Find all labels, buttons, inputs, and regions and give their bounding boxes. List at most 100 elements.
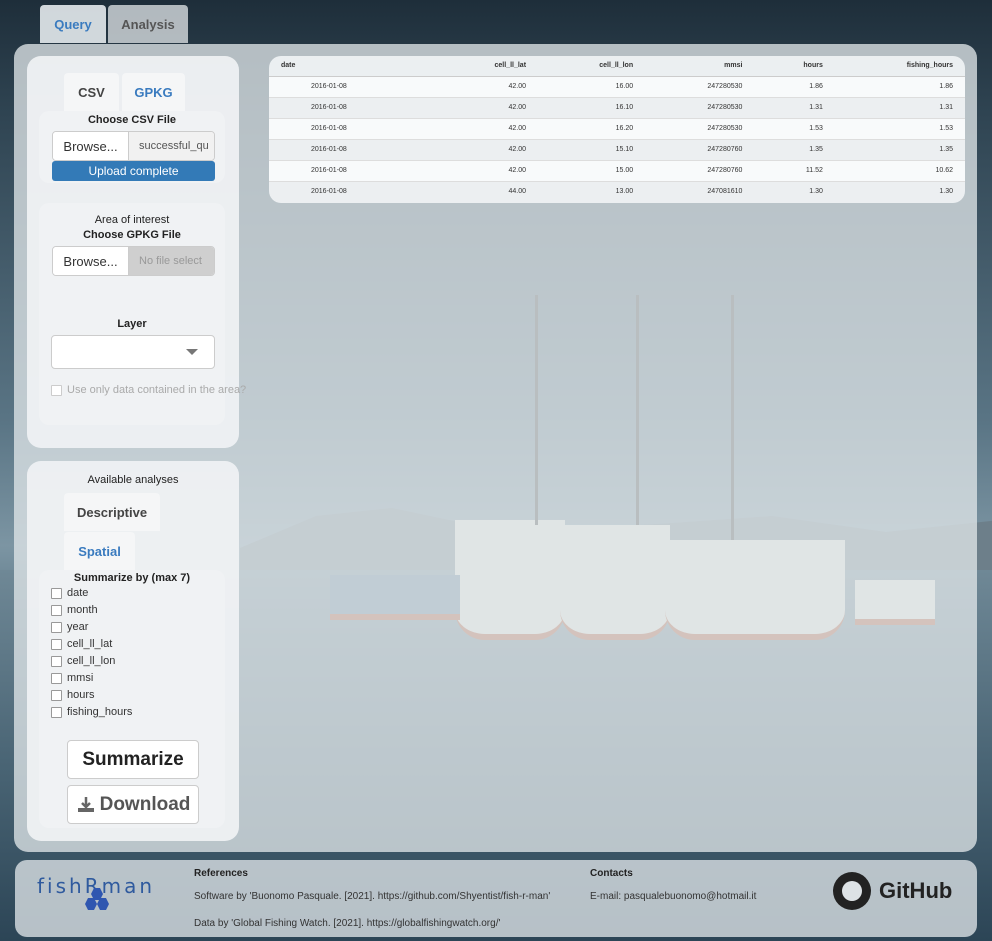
table-cell: 1.30 xyxy=(754,180,835,202)
download-button[interactable]: Download xyxy=(67,785,199,824)
area-checkbox-row[interactable]: Use only data contained in the area? xyxy=(51,384,246,396)
table-cell: 16.00 xyxy=(538,75,646,97)
checkbox-label: cell_ll_lat xyxy=(67,638,113,650)
column-header-cell-ll-lon[interactable]: cell_ll_lon xyxy=(538,56,646,77)
table-cell: 42.00 xyxy=(435,117,539,139)
tab-query[interactable]: Query xyxy=(40,5,106,43)
gpkg-label: Choose GPKG File xyxy=(83,229,181,241)
field-checkbox-hours[interactable]: hours xyxy=(51,689,95,701)
table-cell: 15.10 xyxy=(538,138,646,160)
gpkg-browse-button[interactable]: Browse... xyxy=(53,247,129,275)
checkbox[interactable] xyxy=(51,604,62,616)
checkbox-label: month xyxy=(67,604,98,616)
column-header-fishing-hours[interactable]: fishing_hours xyxy=(834,56,965,77)
tab-analysis[interactable]: Analysis xyxy=(108,5,188,43)
field-checkbox-cell-ll-lat[interactable]: cell_ll_lat xyxy=(51,638,112,650)
field-checkbox-date[interactable]: date xyxy=(51,587,88,599)
table-header: date cell_ll_lat cell_ll_lon mmsi hours fishi… xyxy=(269,56,965,77)
table-cell: 247280760 xyxy=(645,138,755,160)
gpkg-file-input[interactable]: Browse... No file select xyxy=(52,246,215,276)
tab-csv[interactable]: CSV xyxy=(64,73,119,111)
table-cell: 16.20 xyxy=(538,117,646,139)
table-body: 2016-01-08 42.00 16.00 247280530 1.86 1.86 201… xyxy=(269,75,965,202)
table-cell: 247280760 xyxy=(645,159,755,181)
github-label: GitHub xyxy=(879,878,953,903)
checkbox-label: year xyxy=(67,621,89,633)
table-cell: 42.00 xyxy=(435,75,539,97)
footer: fishRman References Software by 'Buonomo… xyxy=(15,860,977,937)
field-checkbox-fishing-hours[interactable]: fishing_hours xyxy=(51,706,132,718)
checkbox[interactable] xyxy=(51,621,62,633)
checkbox-label: fishing_hours xyxy=(67,706,133,718)
table-row: 2016-01-08 42.00 16.20 247280530 1.53 1.53 xyxy=(269,117,965,139)
table-cell: 1.35 xyxy=(754,138,835,160)
field-checkbox-mmsi[interactable]: mmsi xyxy=(51,672,93,684)
main-tabs: Query Analysis xyxy=(40,5,188,43)
analyses-title: Available analyses xyxy=(87,474,179,486)
reference-data[interactable]: Data by 'Global Fishing Watch. [2021]. h… xyxy=(194,917,574,931)
table-row: 2016-01-08 42.00 15.10 247280760 1.35 1.35 xyxy=(269,138,965,160)
csv-browse-button[interactable]: Browse... xyxy=(53,132,129,160)
table-cell: 10.62 xyxy=(834,159,965,181)
table-cell: 11.52 xyxy=(754,159,835,181)
reference-software[interactable]: Software by 'Buonomo Pasquale. [2021]. h… xyxy=(194,890,559,904)
csv-filename: successful_qu xyxy=(129,132,214,160)
summarize-label: Summarize by (max 7) xyxy=(73,572,191,584)
data-table: date cell_ll_lat cell_ll_lon mmsi hours fishi… xyxy=(269,56,965,203)
gpkg-filename: No file select xyxy=(129,247,214,275)
table-row: 2016-01-08 44.00 13.00 247081610 1.30 1.30 xyxy=(269,180,965,202)
checkbox[interactable] xyxy=(51,672,62,684)
field-checkbox-year[interactable]: year xyxy=(51,621,88,633)
csv-file-input[interactable]: Browse... successful_qu xyxy=(52,131,215,161)
tab-descriptive[interactable]: Descriptive xyxy=(64,493,160,531)
download-icon xyxy=(77,796,94,812)
table-cell: 16.10 xyxy=(538,96,646,118)
table-cell: 2016-01-08 xyxy=(269,138,436,160)
layer-select[interactable] xyxy=(51,335,215,369)
table-cell: 1.53 xyxy=(754,117,835,139)
github-link[interactable]: GitHub xyxy=(833,872,952,910)
table-cell: 42.00 xyxy=(435,159,539,181)
checkbox[interactable] xyxy=(51,689,62,701)
table-cell: 1.35 xyxy=(834,138,965,160)
tab-spatial[interactable]: Spatial xyxy=(64,532,135,570)
area-checkbox-label: Use only data contained in the area? xyxy=(67,384,247,396)
checkbox-label: date xyxy=(67,587,89,599)
table-cell: 2016-01-08 xyxy=(269,75,436,97)
table-row: 2016-01-08 42.00 15.00 247280760 11.52 10.62 xyxy=(269,159,965,181)
column-header-cell-ll-lat[interactable]: cell_ll_lat xyxy=(435,56,539,77)
table-cell: 247280530 xyxy=(645,117,755,139)
chevron-down-icon xyxy=(186,349,198,355)
contact-email[interactable]: E-mail: pasqualebuonomo@hotmail.it xyxy=(590,890,756,904)
checkbox[interactable] xyxy=(51,638,62,650)
table-row: 2016-01-08 42.00 16.00 247280530 1.86 1.86 xyxy=(269,75,965,97)
table-cell: 247280530 xyxy=(645,75,755,97)
checkbox[interactable] xyxy=(51,587,62,599)
checkbox[interactable] xyxy=(51,655,62,667)
table-cell: 42.00 xyxy=(435,96,539,118)
contacts-title: Contacts xyxy=(590,868,633,879)
summarize-button[interactable]: Summarize xyxy=(67,740,199,779)
table-cell: 247280530 xyxy=(645,96,755,118)
table-cell: 1.31 xyxy=(754,96,835,118)
area-checkbox[interactable] xyxy=(51,384,62,396)
checkbox[interactable] xyxy=(51,706,62,718)
tab-gpkg[interactable]: GPKG xyxy=(122,73,185,111)
column-header-date[interactable]: date xyxy=(269,56,436,77)
table-cell: 2016-01-08 xyxy=(269,117,436,139)
field-checkbox-month[interactable]: month xyxy=(51,604,98,616)
aoi-title: Area of interest xyxy=(94,214,170,226)
download-label: Download xyxy=(99,793,191,815)
field-checkbox-cell-ll-lon[interactable]: cell_ll_lon xyxy=(51,655,115,667)
column-header-mmsi[interactable]: mmsi xyxy=(645,56,755,77)
upload-progress-bar: Upload complete xyxy=(52,161,215,181)
checkbox-label: mmsi xyxy=(67,672,94,684)
input-tabs: CSV GPKG xyxy=(64,73,185,111)
table-cell: 1.86 xyxy=(834,75,965,97)
column-header-hours[interactable]: hours xyxy=(754,56,835,77)
table-cell: 247081610 xyxy=(645,180,755,202)
table-cell: 2016-01-08 xyxy=(269,180,436,202)
table-cell: 44.00 xyxy=(435,180,539,202)
table-cell: 1.86 xyxy=(754,75,835,97)
checkbox-label: hours xyxy=(67,689,95,701)
